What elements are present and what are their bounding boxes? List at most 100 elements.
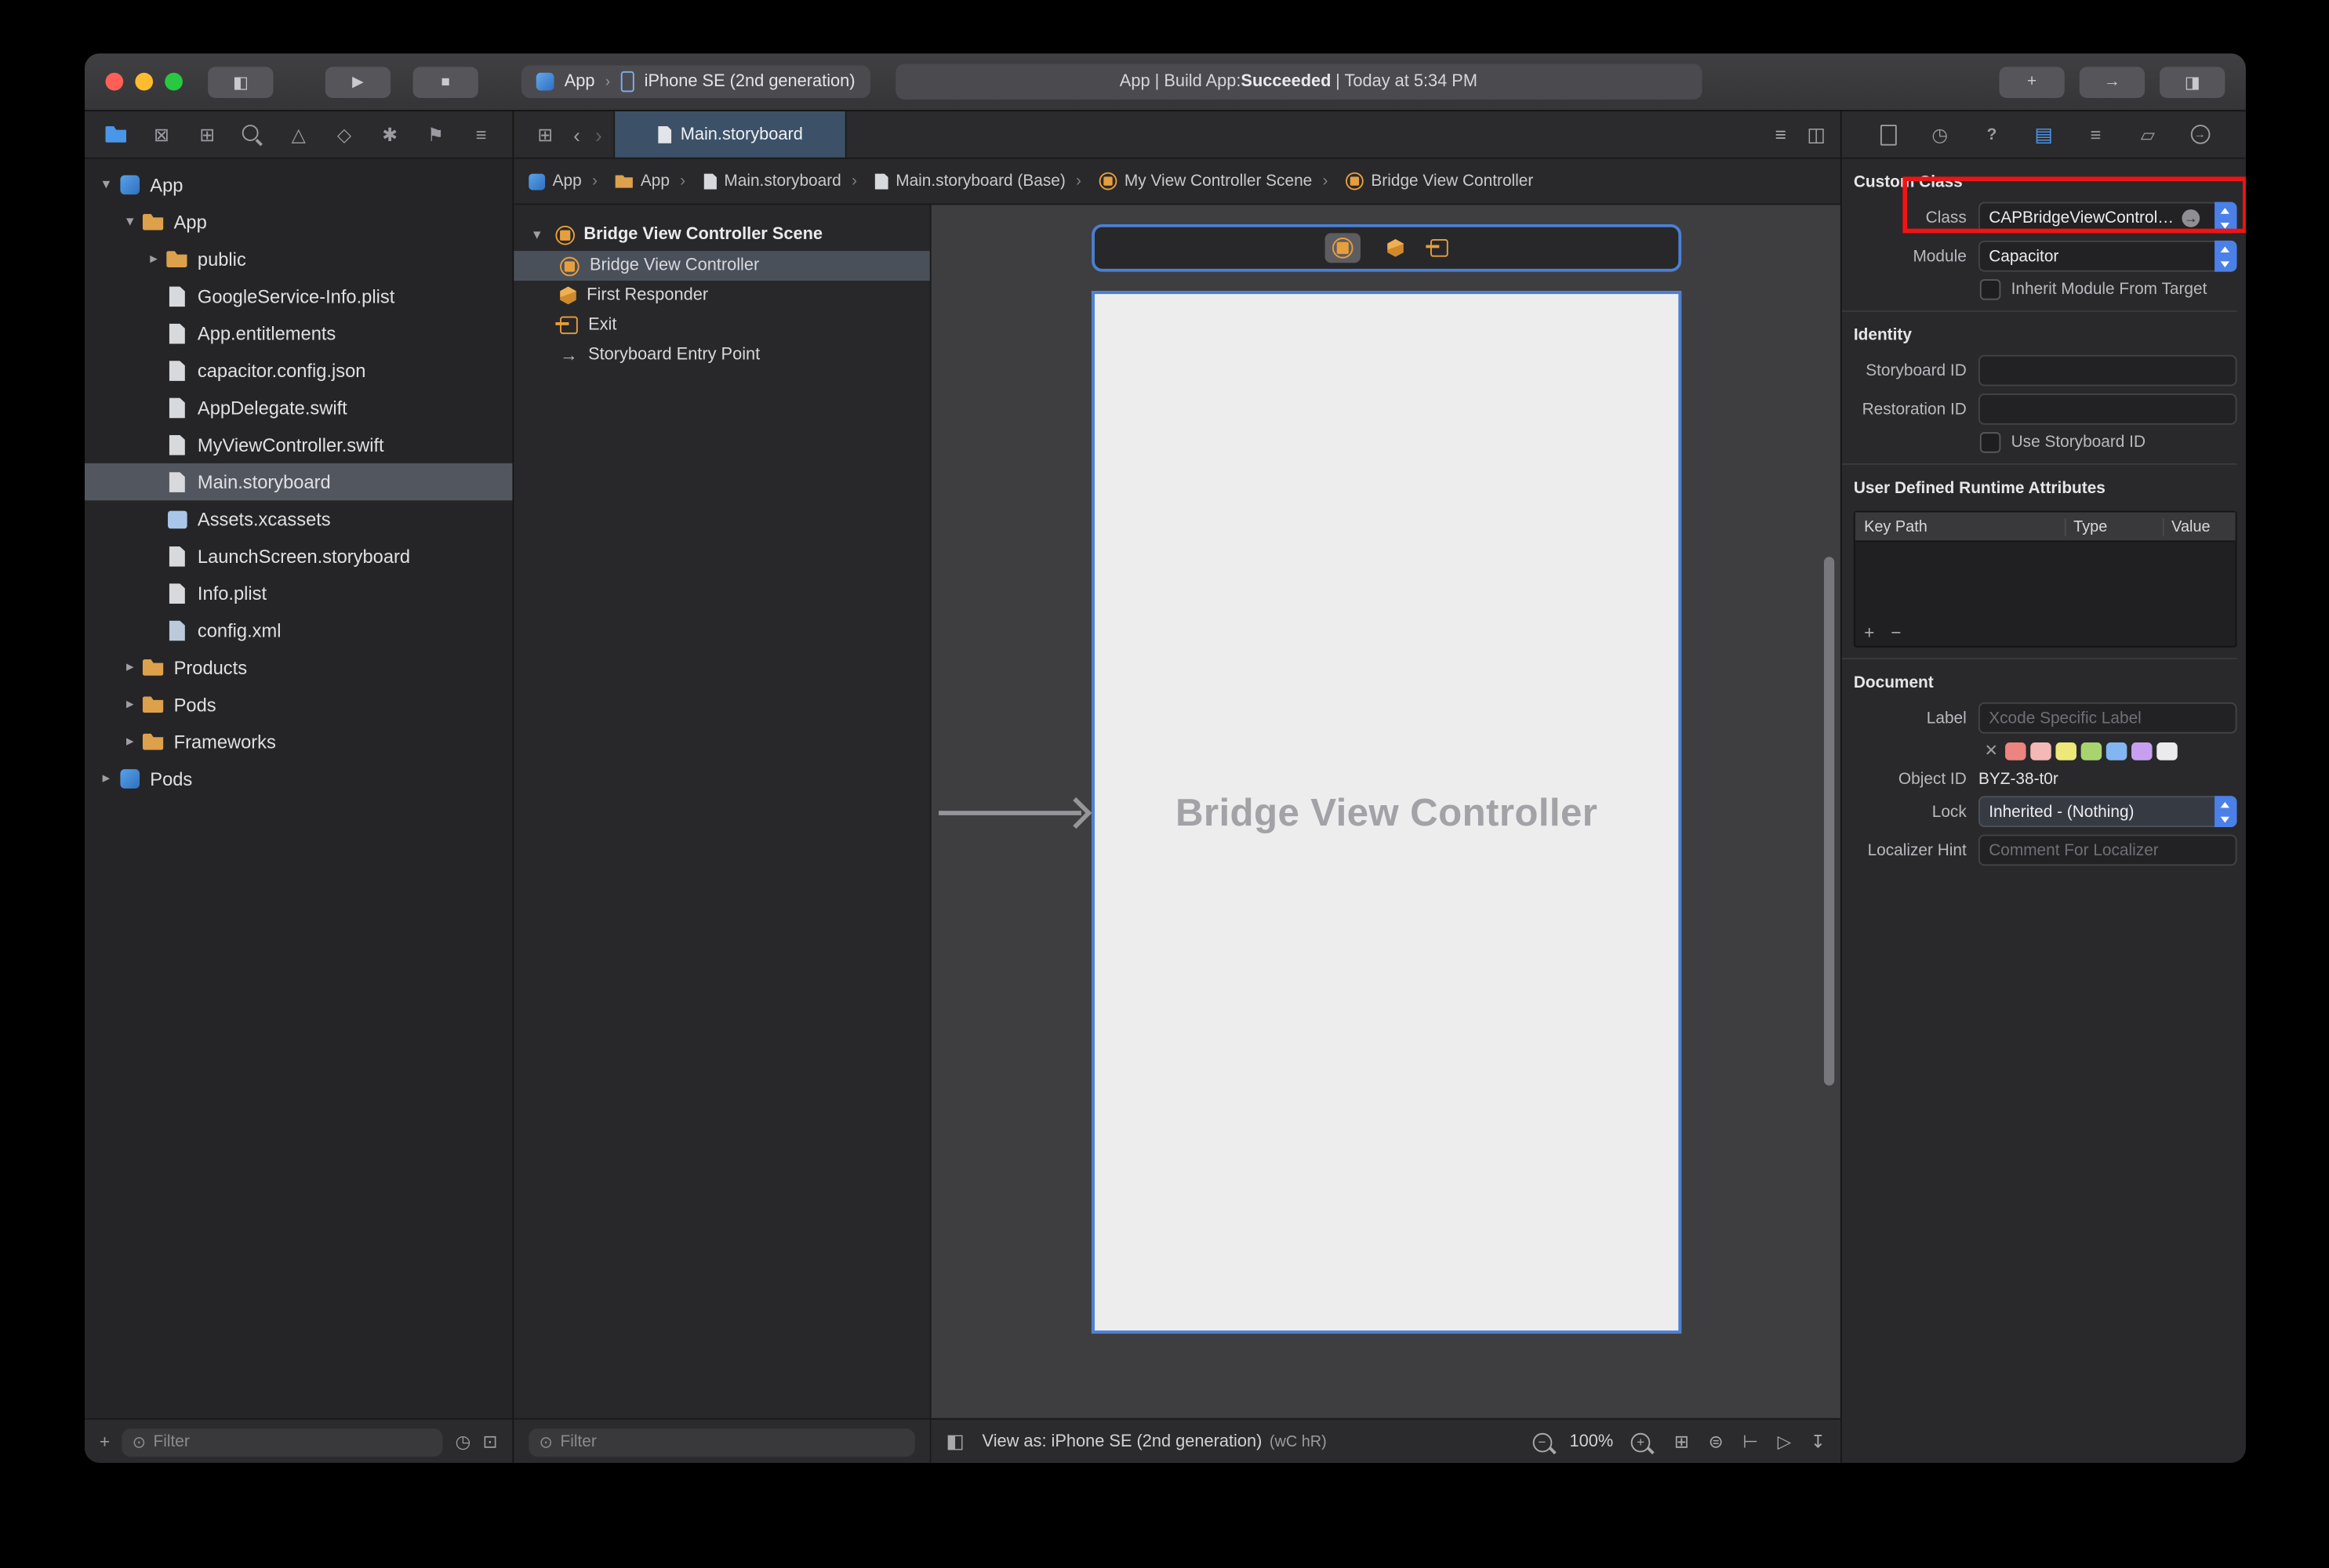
canvas-area[interactable]: Bridge View Controller — [932, 205, 1840, 1417]
restoration-id-field[interactable] — [1978, 394, 2237, 425]
attributes-inspector-icon[interactable] — [2083, 122, 2109, 147]
label-color-swatch[interactable] — [2106, 742, 2127, 760]
file-row[interactable]: AppDelegate.swift — [85, 389, 513, 426]
outline-item[interactable]: Exit — [514, 310, 929, 340]
zoom-level[interactable]: 100% — [1570, 1433, 1614, 1451]
file-row[interactable]: Frameworks — [85, 723, 513, 760]
add-editor-icon[interactable]: ◫ — [1808, 122, 1826, 146]
disclosure-triangle-icon[interactable] — [120, 214, 140, 230]
toggle-inspectors-button[interactable]: ◨ — [2160, 66, 2225, 97]
scm-status-filter-icon[interactable]: ⊡ — [482, 1432, 497, 1453]
breakpoint-navigator-icon[interactable] — [422, 122, 449, 147]
storyboard-id-field[interactable] — [1978, 355, 2237, 387]
file-row[interactable]: LaunchScreen.storyboard — [85, 538, 513, 575]
stepper-icon[interactable] — [2215, 796, 2236, 827]
connections-inspector-icon[interactable] — [2186, 122, 2213, 147]
canvas-scrollbar[interactable] — [1824, 557, 1834, 1085]
file-row[interactable]: capacitor.config.json — [85, 352, 513, 389]
zoom-window-button[interactable] — [165, 73, 183, 91]
file-row[interactable]: App — [85, 203, 513, 240]
add-file-button[interactable]: + — [100, 1432, 110, 1453]
resolve-layout-icon[interactable] — [1778, 1432, 1791, 1453]
align-icon[interactable] — [1709, 1432, 1724, 1453]
file-row[interactable]: Main.storyboard — [85, 463, 513, 500]
breadcrumb-item[interactable]: My View Controller Scene — [1066, 172, 1312, 191]
quick-help-inspector-icon[interactable] — [1978, 122, 2005, 147]
label-color-swatch[interactable] — [2056, 742, 2077, 760]
storyboard-entry-point-arrow[interactable] — [939, 811, 1081, 815]
navigator-filter-field[interactable]: ⊙ Filter — [122, 1428, 443, 1456]
class-combo-box[interactable]: CAPBridgeViewControl… → — [1978, 202, 2237, 234]
runtime-attributes-empty-body[interactable] — [1855, 542, 2236, 619]
debug-navigator-icon[interactable] — [376, 122, 403, 147]
tab-main-storyboard[interactable]: Main.storyboard — [614, 111, 847, 158]
scene-header[interactable]: ▾ Bridge View Controller Scene — [514, 218, 929, 251]
symbol-navigator-icon[interactable] — [194, 122, 220, 147]
remove-attribute-button[interactable]: − — [1891, 622, 1901, 644]
disclosure-triangle-icon[interactable] — [144, 251, 164, 267]
breadcrumb-item[interactable]: Main.storyboard (Base) — [841, 172, 1066, 191]
module-dropdown[interactable]: Capacitor — [1978, 241, 2237, 272]
document-label-field[interactable]: Xcode Specific Label — [1978, 702, 2237, 734]
zoom-out-icon[interactable]: − — [1532, 1432, 1552, 1452]
disclosure-triangle-icon[interactable] — [96, 771, 116, 787]
no-color-swatch[interactable]: ✕ — [1985, 741, 1998, 760]
code-review-button[interactable]: → — [2080, 66, 2145, 97]
file-row[interactable]: Info.plist — [85, 575, 513, 612]
minimize-window-button[interactable] — [135, 73, 153, 91]
project-navigator-icon[interactable] — [103, 122, 129, 147]
file-row[interactable]: GoogleService-Info.plist — [85, 278, 513, 314]
toggle-outline-icon[interactable]: ◧ — [946, 1430, 965, 1454]
file-row[interactable]: App.entitlements — [85, 315, 513, 352]
back-button[interactable]: ‹ — [573, 122, 580, 146]
file-row[interactable]: App — [85, 166, 513, 203]
scheme-selector[interactable]: App › iPhone SE (2nd generation) — [521, 65, 870, 98]
breadcrumb-item[interactable]: Main.storyboard — [670, 172, 841, 191]
view-as-label[interactable]: View as: iPhone SE (2nd generation) — [983, 1433, 1263, 1451]
issue-navigator-icon[interactable] — [285, 122, 312, 147]
disclosure-triangle-icon[interactable] — [120, 696, 140, 713]
disclosure-triangle-icon[interactable] — [120, 659, 140, 676]
file-row[interactable]: config.xml — [85, 612, 513, 648]
label-color-swatch[interactable] — [2031, 742, 2052, 760]
first-responder-icon[interactable] — [1387, 239, 1404, 257]
stop-button[interactable]: ■ — [413, 66, 478, 97]
breadcrumb-item[interactable]: App — [582, 172, 670, 191]
identity-inspector-icon[interactable] — [2030, 122, 2057, 147]
disclosure-triangle-icon[interactable] — [120, 734, 140, 750]
inherit-module-checkbox[interactable] — [1980, 279, 2001, 300]
source-control-navigator-icon[interactable] — [148, 122, 175, 147]
view-controller-badge[interactable] — [1325, 233, 1361, 263]
disclosure-triangle-icon[interactable] — [96, 176, 116, 193]
zoom-in-icon[interactable]: + — [1631, 1432, 1651, 1452]
file-row[interactable]: Assets.xcassets — [85, 500, 513, 537]
use-storyboard-id-checkbox[interactable] — [1980, 432, 2001, 453]
stepper-icon[interactable] — [2215, 241, 2236, 272]
close-window-button[interactable] — [105, 73, 123, 91]
label-color-swatch[interactable] — [2081, 742, 2102, 760]
toggle-navigator-button[interactable]: ◧ — [208, 66, 273, 97]
find-navigator-icon[interactable] — [239, 122, 266, 147]
jump-to-class-icon[interactable]: → — [2182, 209, 2200, 227]
add-constraints-icon[interactable] — [1742, 1432, 1758, 1453]
outline-filter-field[interactable]: ⊙ Filter — [529, 1428, 914, 1456]
file-row[interactable]: public — [85, 241, 513, 278]
exit-icon[interactable] — [1430, 239, 1448, 257]
localizer-hint-field[interactable]: Comment For Localizer — [1978, 834, 2237, 866]
stepper-icon[interactable] — [2215, 202, 2236, 234]
embed-in-stack-icon[interactable] — [1674, 1432, 1689, 1453]
disclosure-triangle-icon[interactable]: ▾ — [527, 227, 547, 243]
history-inspector-icon[interactable] — [1927, 122, 1953, 147]
file-row[interactable]: Pods — [85, 686, 513, 723]
outline-item[interactable]: Storyboard Entry Point — [514, 340, 929, 370]
forward-button[interactable]: › — [595, 122, 602, 146]
run-button[interactable]: ▶ — [325, 66, 391, 97]
breadcrumb-item[interactable]: Bridge View Controller — [1312, 172, 1533, 191]
size-inspector-icon[interactable] — [2135, 122, 2161, 147]
add-attribute-button[interactable]: + — [1864, 622, 1874, 644]
library-button[interactable]: + — [1999, 66, 2064, 97]
related-items-icon[interactable]: ⊞ — [532, 122, 558, 147]
recent-files-icon[interactable]: ◷ — [455, 1432, 471, 1453]
editor-options-icon[interactable]: ≡ — [1775, 123, 1786, 145]
report-navigator-icon[interactable] — [468, 122, 495, 147]
